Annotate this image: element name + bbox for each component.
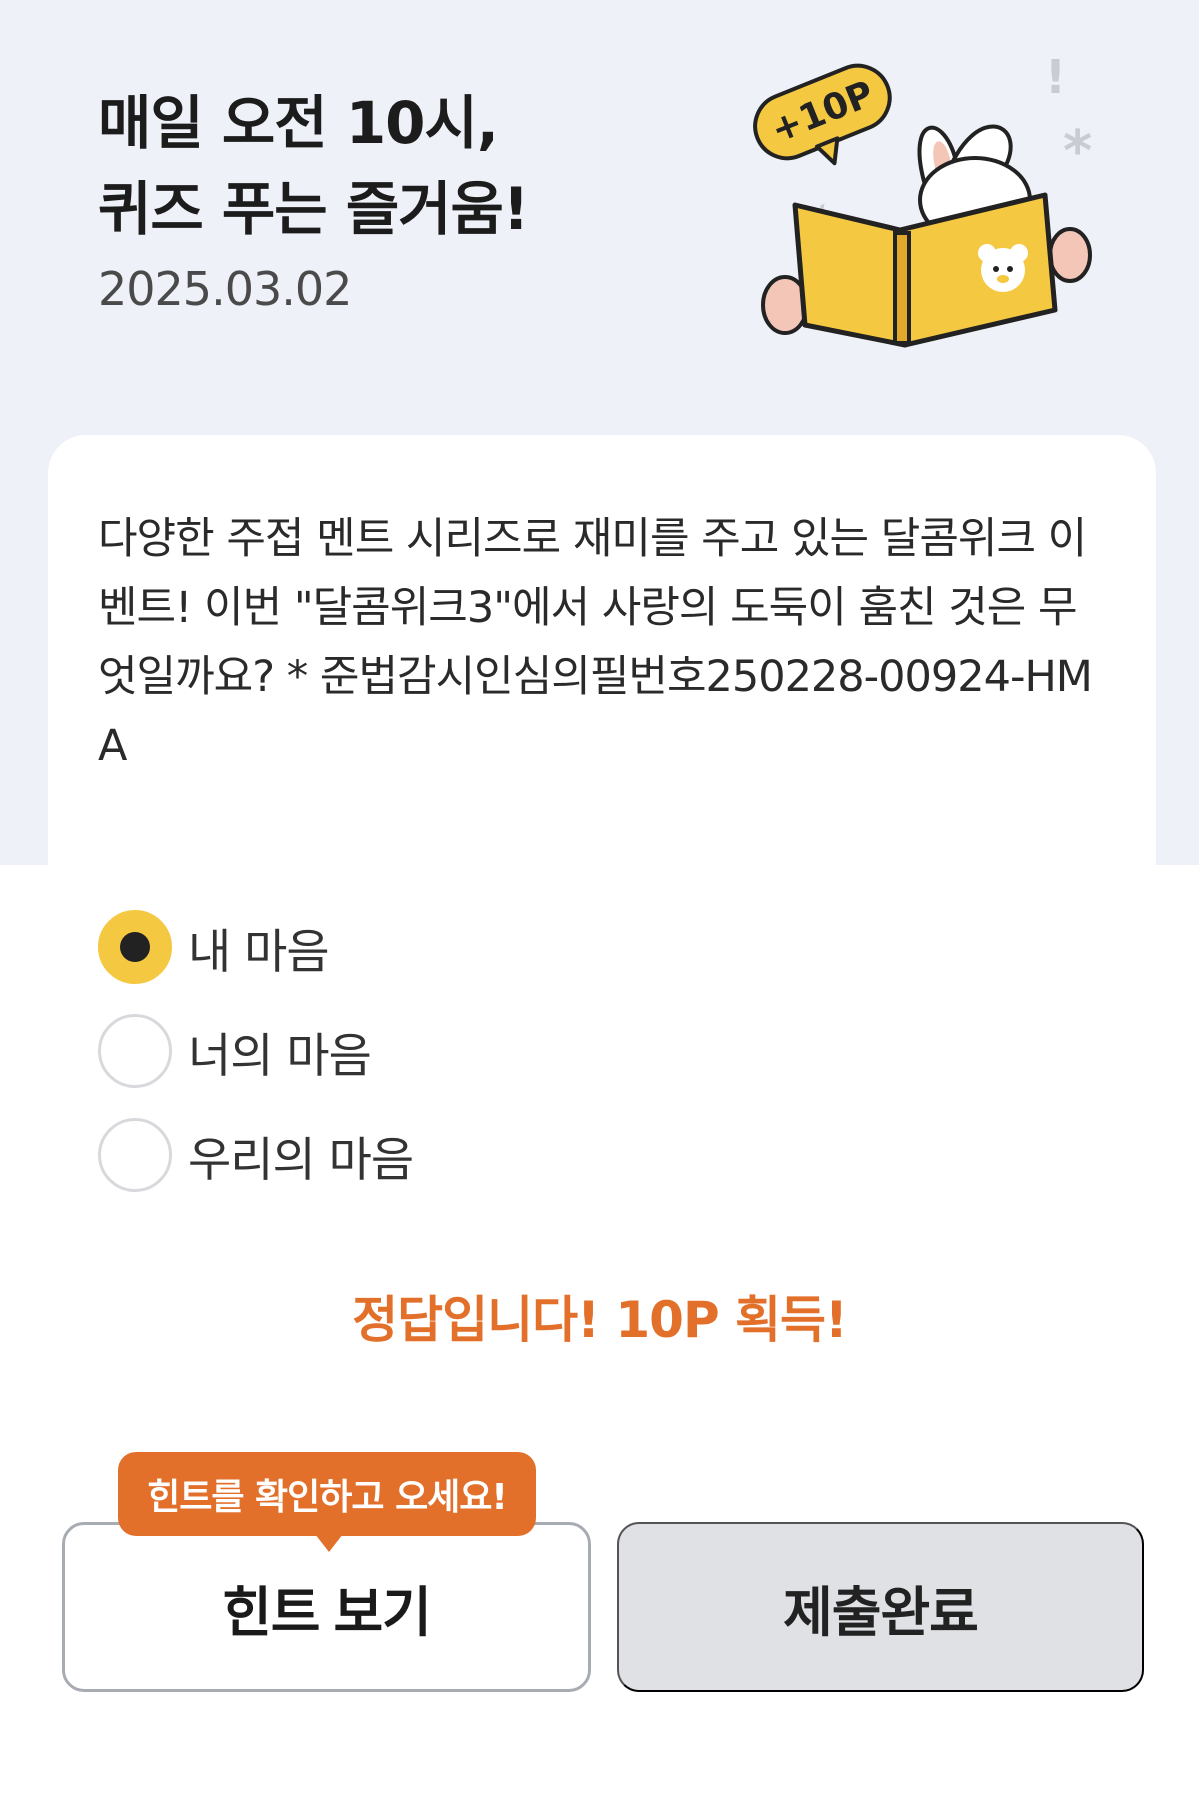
svg-text:!: !	[1045, 55, 1066, 104]
hint-tooltip: 힌트를 확인하고 오세요!	[118, 1452, 536, 1536]
page-title-line1: 매일 오전 10시,	[98, 89, 499, 157]
radio-empty-icon[interactable]	[98, 1118, 172, 1192]
answer-option-3[interactable]: 우리의 마음	[98, 1103, 414, 1207]
question-text: 다양한 주접 멘트 시리즈로 재미를 주고 있는 달콤위크 이벤트! 이번 "달…	[98, 514, 1093, 771]
quiz-date: 2025.03.02	[98, 262, 352, 316]
result-message: 정답입니다! 10P 획득!	[352, 1291, 848, 1349]
submit-button[interactable]: 제출완료	[617, 1522, 1144, 1692]
page-title-line2: 퀴즈 푸는 즐거움!	[98, 175, 529, 243]
page-title: 매일 오전 10시, 퀴즈 푸는 즐거움!	[98, 80, 529, 252]
quiz-page: 매일 오전 10시, 퀴즈 푸는 즐거움! 2025.03.02 ! * % +…	[0, 0, 1199, 1799]
hint-tooltip-tail	[315, 1534, 343, 1552]
answer-option-label: 우리의 마음	[188, 1132, 414, 1188]
radio-selected-icon[interactable]	[98, 910, 172, 984]
points-badge: +10P	[753, 63, 892, 166]
answer-options: 내 마음 너의 마음 우리의 마음	[98, 895, 414, 1207]
svg-text:*: *	[1063, 119, 1092, 184]
answer-option-1[interactable]: 내 마음	[98, 895, 413, 999]
answer-option-label: 내 마음	[188, 924, 330, 980]
radio-empty-icon[interactable]	[98, 1014, 172, 1088]
reading-bunny-illustration: ! * % +10P	[753, 55, 1092, 348]
answer-option-2[interactable]: 너의 마음	[98, 999, 413, 1103]
answer-option-label: 너의 마음	[188, 1028, 372, 1084]
